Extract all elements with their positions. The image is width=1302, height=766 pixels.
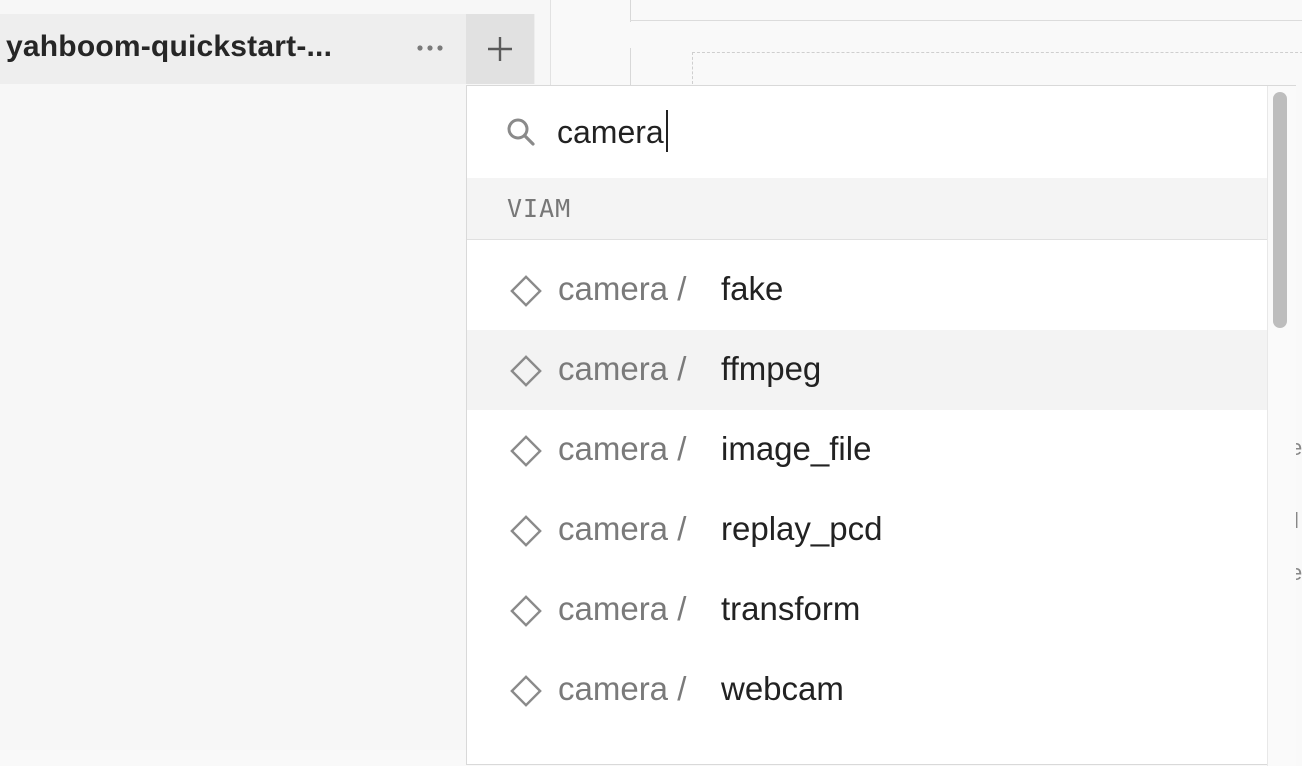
search-icon <box>507 118 535 146</box>
item-model: fake <box>721 270 784 307</box>
diamond-icon <box>510 275 542 307</box>
list-item[interactable]: camera / replay_pcd <box>467 490 1267 570</box>
plus-icon <box>488 37 512 61</box>
list-item[interactable]: camera / ffmpeg <box>467 330 1267 410</box>
item-prefix: camera / <box>558 270 687 307</box>
search-row <box>467 86 1267 179</box>
diamond-icon <box>510 515 542 547</box>
section-header: VIAM <box>467 178 1267 240</box>
more-options-button[interactable] <box>410 30 450 66</box>
diamond-icon <box>510 435 542 467</box>
list-item[interactable]: camera / fake <box>467 250 1267 330</box>
canvas-divider <box>630 48 631 88</box>
scrollbar-thumb[interactable] <box>1273 92 1287 328</box>
item-model: replay_pcd <box>721 510 883 547</box>
search-input[interactable] <box>557 110 1157 154</box>
machine-name[interactable]: yahboom-quickstart-... <box>6 30 332 64</box>
list-item[interactable]: camera / transform <box>467 570 1267 650</box>
diamond-icon <box>510 595 542 627</box>
item-prefix: camera / <box>558 430 687 467</box>
component-picker-dropdown: VIAM camera / fake camera / ffmpeg camera / i… <box>466 85 1296 766</box>
list-item[interactable]: camera / image_file <box>467 410 1267 490</box>
ellipsis-icon <box>417 45 443 51</box>
item-model: ffmpeg <box>721 350 822 387</box>
item-prefix: camera / <box>558 590 687 627</box>
add-component-button[interactable] <box>466 14 534 84</box>
canvas-divider <box>630 20 1302 21</box>
item-prefix: camera / <box>558 510 687 547</box>
item-model: image_file <box>721 430 872 467</box>
diamond-icon <box>510 675 542 707</box>
section-label: VIAM <box>507 194 572 223</box>
diamond-icon <box>510 355 542 387</box>
results-list: camera / fake camera / ffmpeg camera / image_… <box>467 250 1267 730</box>
item-prefix: camera / <box>558 350 687 387</box>
item-model: webcam <box>721 670 844 707</box>
list-item[interactable]: camera / webcam <box>467 650 1267 730</box>
item-model: transform <box>721 590 861 627</box>
text-cursor <box>665 110 668 152</box>
canvas-divider <box>630 0 631 22</box>
item-prefix: camera / <box>558 670 687 707</box>
